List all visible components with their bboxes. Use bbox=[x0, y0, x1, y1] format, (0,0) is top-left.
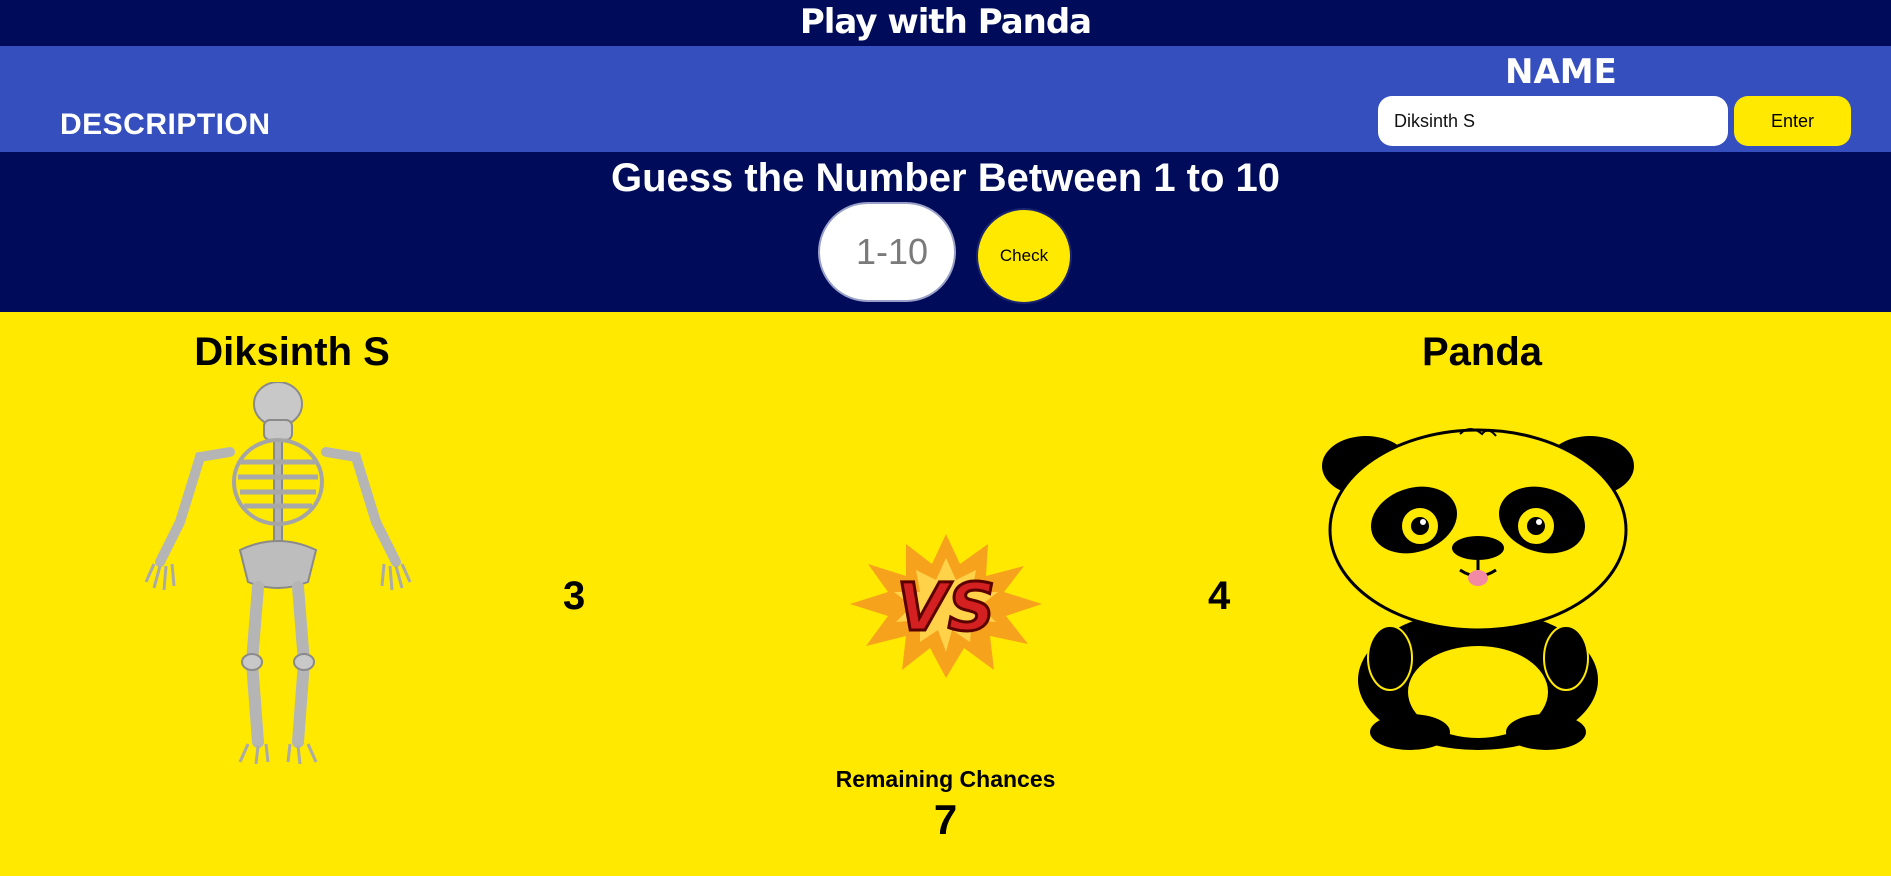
name-label: NAME bbox=[1505, 52, 1617, 92]
page-title: Play with Panda bbox=[0, 0, 1891, 46]
vs-icon: VS bbox=[850, 534, 1042, 678]
panda-icon bbox=[1322, 428, 1634, 750]
header-bar: DESCRIPTION NAME Enter bbox=[0, 46, 1891, 152]
remaining-chances-value: 7 bbox=[933, 796, 958, 843]
opponent-name: Panda bbox=[1421, 330, 1543, 374]
check-button[interactable]: Check bbox=[976, 208, 1072, 304]
guess-prompt: Guess the Number Between 1 to 10 bbox=[610, 156, 1281, 200]
guess-input[interactable] bbox=[818, 202, 956, 302]
description-link[interactable]: DESCRIPTION bbox=[60, 108, 271, 142]
svg-text:VS: VS bbox=[897, 569, 996, 646]
skeleton-icon bbox=[144, 382, 412, 765]
player-name: Diksinth S bbox=[194, 330, 390, 374]
game-arena: Diksinth S 3 VS 4 Panda Remaining Chance… bbox=[0, 312, 1891, 876]
remaining-chances-label: Remaining Chances bbox=[835, 766, 1056, 792]
enter-button[interactable]: Enter bbox=[1734, 96, 1851, 146]
guess-section: Guess the Number Between 1 to 10 Check bbox=[0, 152, 1891, 312]
player-score: 3 bbox=[563, 574, 586, 618]
opponent-score: 4 bbox=[1208, 574, 1231, 618]
name-input[interactable] bbox=[1378, 96, 1728, 146]
